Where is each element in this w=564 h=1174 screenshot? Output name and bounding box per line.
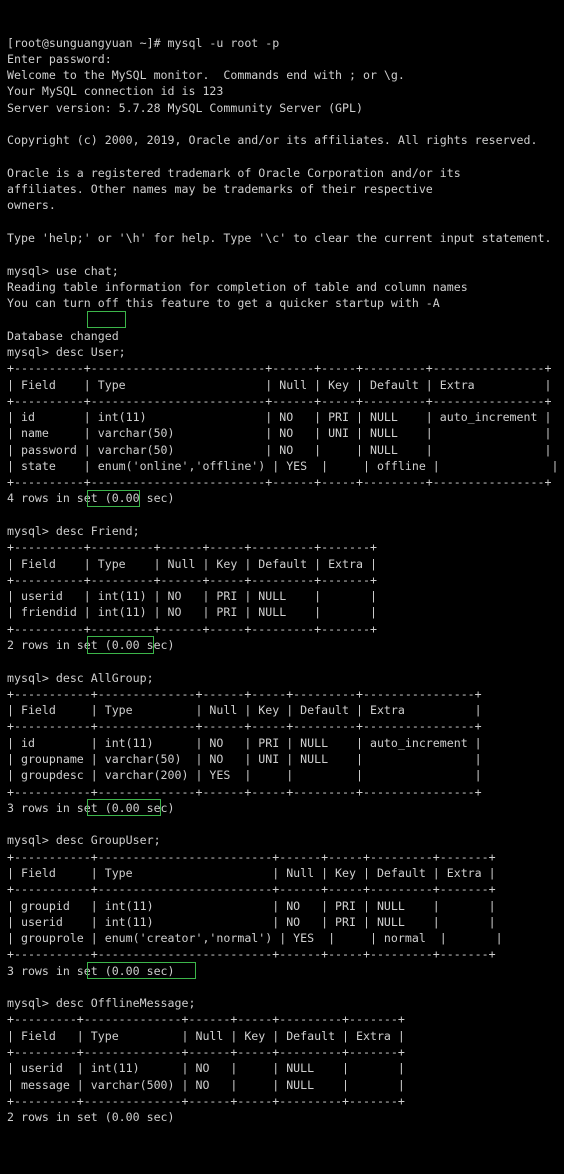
table-row: | groupdesc | varchar(200) | YES | | | | [7,768,482,783]
welcome-line: Welcome to the MySQL monitor. Commands e… [7,68,405,83]
table-border-line: +----------+-------------------------+--… [7,393,552,408]
reading-table-info-line: Reading table information for completion… [7,279,468,294]
desc-command-line: mysql> desc AllGroup; [7,670,154,685]
table-header-line: | Field | Type | Null | Key | Default | … [7,377,552,392]
table-row: | groupname | varchar(50) | NO | UNI | N… [7,751,482,766]
copyright-line: Copyright (c) 2000, 2019, Oracle and/or … [7,133,538,148]
table-border-line: +---------+--------------+------+-----+-… [7,1012,405,1027]
table-border-line: +---------+--------------+------+-----+-… [7,1045,405,1060]
result-count-line: 2 rows in set (0.00 sec) [7,1110,175,1125]
table-row: | friendid | int(11) | NO | PRI | NULL |… [7,605,377,620]
table-border-line: +----------+---------+------+-----+-----… [7,572,377,587]
table-border-line: +-----------+-------------------------+-… [7,947,496,962]
table-border-line: +-----------+-------------------------+-… [7,882,496,897]
table-row: | id | int(11) | NO | PRI | NULL | auto_… [7,410,552,425]
table-row: | userid | int(11) | NO | | NULL | | [7,1061,405,1076]
result-count-line: 3 rows in set (0.00 sec) [7,963,175,978]
table-border-line: +----------+-------------------------+--… [7,475,552,490]
terminal-output: [root@sunguangyuan ~]# mysql -u root -p E… [7,35,564,1126]
table-header-line: | Field | Type | Null | Key | Default | … [7,703,482,718]
use-database-command-line: mysql> use chat; [7,263,119,278]
help-line: Type 'help;' or '\h' for help. Type '\c'… [7,230,552,245]
turn-off-feature-line: You can turn off this feature to get a q… [7,296,440,311]
table-row: | userid | int(11) | NO | PRI | NULL | | [7,914,496,929]
desc-command-line: mysql> desc Friend; [7,524,140,539]
table-border-line: +-----------+--------------+------+-----… [7,784,482,799]
database-changed-line: Database changed [7,328,119,343]
desc-command-line: mysql> desc GroupUser; [7,833,161,848]
table-border-line: +-----------+-------------------------+-… [7,849,496,864]
table-row: | id | int(11) | NO | PRI | NULL | auto_… [7,735,482,750]
table-border-line: +----------+---------+------+-----+-----… [7,621,377,636]
shell-command-line: [root@sunguangyuan ~]# mysql -u root -p [7,35,280,50]
table-header-line: | Field | Type | Null | Key | Default | … [7,556,377,571]
desc-command-line: mysql> desc User; [7,344,126,359]
result-count-line: 2 rows in set (0.00 sec) [7,638,175,652]
terminal-window[interactable]: [root@sunguangyuan ~]# mysql -u root -p E… [0,0,564,1124]
table-row: | state | enum('online','offline') | YES… [7,458,559,473]
table-row: | password | varchar(50) | NO | | NULL |… [7,442,552,457]
server-version-line: Server version: 5.7.28 MySQL Community S… [7,100,363,115]
table-border-line: +-----------+--------------+------+-----… [7,719,482,734]
table-border-line: +----------+---------+------+-----+-----… [7,540,377,555]
table-row: | message | varchar(500) | NO | | NULL |… [7,1077,405,1092]
table-row: | grouprole | enum('creator','normal') |… [7,931,503,946]
result-count-line: 3 rows in set (0.00 sec) [7,800,175,815]
table-border-line: +-----------+--------------+------+-----… [7,686,482,701]
table-row: | userid | int(11) | NO | PRI | NULL | | [7,589,377,604]
table-row: | groupid | int(11) | NO | PRI | NULL | … [7,898,496,913]
table-row: | name | varchar(50) | NO | UNI | NULL |… [7,426,552,441]
table-header-line: | Field | Type | Null | Key | Default | … [7,1028,405,1043]
table-border-line: +---------+--------------+------+-----+-… [7,1093,405,1108]
table-border-line: +----------+-------------------------+--… [7,361,552,376]
trademark-line: owners. [7,198,56,213]
result-count-line: 4 rows in set (0.00 sec) [7,491,175,506]
desc-command-line: mysql> desc OfflineMessage; [7,996,196,1011]
password-prompt-line: Enter password: [7,51,112,66]
trademark-line: Oracle is a registered trademark of Orac… [7,165,461,180]
trademark-line: affiliates. Other names may be trademark… [7,182,433,197]
table-header-line: | Field | Type | Null | Key | Default | … [7,865,496,880]
connection-id-line: Your MySQL connection id is 123 [7,84,224,99]
